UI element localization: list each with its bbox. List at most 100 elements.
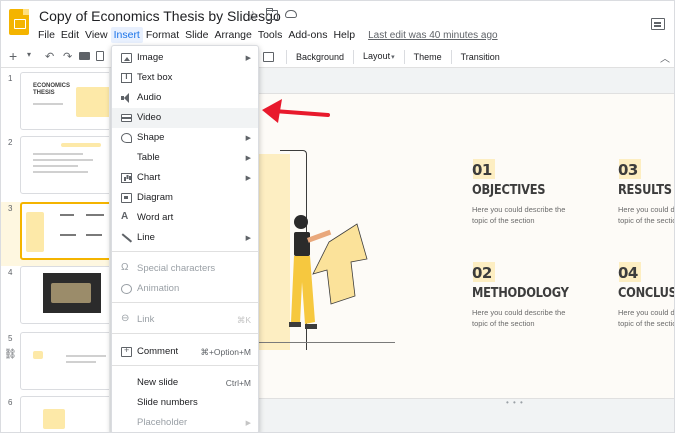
menu-item-label: Shape bbox=[137, 132, 165, 143]
insert-line-item[interactable]: Line ▶ bbox=[112, 228, 258, 248]
background-button[interactable]: Background bbox=[291, 49, 349, 65]
link-icon: ⊖ bbox=[121, 313, 130, 324]
menu-item-label: Placeholder bbox=[137, 417, 188, 428]
person-shoe-left bbox=[289, 322, 301, 327]
insert-slide-numbers-item[interactable]: Slide numbers bbox=[112, 393, 258, 413]
insert-audio-item[interactable]: Audio bbox=[112, 88, 258, 108]
thumb-text-line bbox=[33, 153, 83, 155]
menu-shortcut: Ctrl+M bbox=[225, 378, 251, 388]
comment-history-icon[interactable] bbox=[651, 18, 665, 30]
submenu-arrow-icon: ▶ bbox=[245, 420, 251, 427]
link-icon[interactable]: ⛓ bbox=[4, 349, 17, 360]
menu-divider bbox=[112, 365, 258, 366]
menu-format[interactable]: Format bbox=[143, 27, 182, 43]
thumb-text-line bbox=[33, 171, 88, 173]
menu-item-label: Line bbox=[137, 232, 155, 243]
layout-button[interactable]: Layout▾ bbox=[358, 48, 400, 66]
menu-view[interactable]: View bbox=[82, 27, 111, 43]
thumb-text-line bbox=[60, 214, 74, 216]
add-comment-icon[interactable] bbox=[263, 52, 274, 62]
thumb-graphic bbox=[26, 212, 44, 252]
star-icon[interactable]: ☆ bbox=[247, 8, 259, 24]
paint-format-icon[interactable] bbox=[96, 51, 104, 61]
menu-addons[interactable]: Add-ons bbox=[285, 27, 330, 43]
insert-link-item[interactable]: ⊖ Link ⌘K bbox=[112, 310, 258, 330]
textbox-icon bbox=[121, 72, 132, 83]
insert-table-item[interactable]: Table ▶ bbox=[112, 148, 258, 168]
comment-icon bbox=[121, 345, 132, 357]
audio-icon bbox=[121, 93, 132, 103]
speaker-notes-resize-handle[interactable]: • • • bbox=[506, 398, 524, 407]
theme-button[interactable]: Theme bbox=[409, 49, 447, 65]
thumb-number: 5 bbox=[8, 334, 13, 343]
section-title: METHODOLOGY bbox=[472, 286, 569, 301]
image-icon bbox=[121, 53, 132, 63]
shape-icon bbox=[121, 133, 132, 143]
cloud-status-icon[interactable] bbox=[285, 10, 297, 18]
redo-icon[interactable]: ↷ bbox=[63, 50, 72, 63]
thumb-text-line bbox=[33, 165, 78, 167]
thumb-number: 2 bbox=[8, 138, 13, 147]
toolbar-divider bbox=[403, 50, 405, 64]
insert-special-characters-item[interactable]: Ω Special characters bbox=[112, 259, 258, 279]
section-title: CONCLUSIONS bbox=[618, 286, 674, 301]
insert-chart-item[interactable]: Chart ▶ bbox=[112, 168, 258, 188]
insert-shape-item[interactable]: Shape ▶ bbox=[112, 128, 258, 148]
insert-diagram-item[interactable]: Diagram bbox=[112, 188, 258, 208]
undo-icon[interactable]: ↶ bbox=[45, 50, 54, 63]
insert-animation-item[interactable]: Animation bbox=[112, 279, 258, 299]
thumb-text-line bbox=[86, 214, 104, 216]
slides-logo-icon[interactable] bbox=[9, 9, 29, 35]
line-icon bbox=[121, 233, 132, 243]
transition-button[interactable]: Transition bbox=[456, 49, 505, 65]
thumb-text-line bbox=[33, 159, 93, 161]
slide-filmstrip: 1 ECONOMICS THESIS 2 3 4 5 6 ⛓ bbox=[1, 68, 124, 432]
section-number: 04 bbox=[618, 264, 638, 282]
menu-item-label: Video bbox=[137, 112, 162, 123]
submenu-arrow-icon: ▶ bbox=[245, 175, 251, 182]
print-icon[interactable] bbox=[79, 52, 90, 60]
insert-image-item[interactable]: Image ▶ bbox=[112, 48, 258, 68]
document-title[interactable]: Copy of Economics Thesis by Slidesgo bbox=[39, 8, 281, 24]
thumb-number: 4 bbox=[8, 268, 13, 277]
menu-item-label: Chart bbox=[137, 172, 161, 183]
chevron-down-icon[interactable]: ▾ bbox=[27, 50, 31, 59]
menu-help[interactable]: Help bbox=[330, 27, 358, 43]
thumb-graphic bbox=[51, 283, 91, 303]
insert-wordart-item[interactable]: A Word art bbox=[112, 208, 258, 228]
toolbar-slide-actions: Background Layout▾ Theme Transition bbox=[263, 49, 505, 65]
menu-item-label: Slide numbers bbox=[137, 397, 198, 408]
insert-placeholder-item[interactable]: Placeholder ▶ bbox=[112, 413, 258, 432]
thumb-number: 1 bbox=[8, 74, 13, 83]
last-edit-link[interactable]: Last edit was 40 minutes ago bbox=[368, 30, 498, 41]
thumb-text-line bbox=[86, 234, 102, 236]
move-to-folder-icon[interactable] bbox=[266, 8, 278, 20]
menu-arrange[interactable]: Arrange bbox=[211, 27, 254, 43]
insert-new-slide-item[interactable]: New slide Ctrl+M bbox=[112, 373, 258, 393]
chart-icon bbox=[121, 173, 132, 183]
menu-item-label: Link bbox=[137, 314, 155, 325]
submenu-arrow-icon: ▶ bbox=[245, 235, 251, 242]
animation-icon bbox=[121, 284, 132, 294]
menu-edit[interactable]: Edit bbox=[58, 27, 82, 43]
insert-textbox-item[interactable]: Text box bbox=[112, 68, 258, 88]
new-slide-button[interactable]: + bbox=[9, 49, 35, 65]
menu-slide[interactable]: Slide bbox=[182, 27, 211, 43]
thumb-text-line bbox=[60, 234, 76, 236]
thumb-text-line bbox=[33, 103, 63, 105]
menu-file[interactable]: File bbox=[35, 27, 58, 43]
slide-canvas[interactable]: 01 OBJECTIVES Here you could describe th… bbox=[255, 94, 674, 398]
thumb-graphic bbox=[61, 143, 101, 147]
chevron-up-icon[interactable]: ︿ bbox=[660, 50, 670, 65]
menu-insert[interactable]: Insert bbox=[110, 27, 143, 43]
person-pants bbox=[291, 256, 315, 324]
insert-comment-item[interactable]: Comment ⌘+Option+M bbox=[112, 342, 258, 362]
special-characters-icon: Ω bbox=[121, 262, 129, 273]
toolbar-divider bbox=[286, 50, 287, 64]
insert-video-item[interactable]: Video bbox=[112, 108, 258, 128]
app-window: Copy of Economics Thesis by Slidesgo ☆ F… bbox=[0, 0, 675, 433]
menu-tools[interactable]: Tools bbox=[255, 27, 286, 43]
diagram-icon bbox=[121, 193, 132, 203]
menu-divider bbox=[112, 302, 258, 303]
chevron-down-icon: ▾ bbox=[391, 54, 395, 61]
